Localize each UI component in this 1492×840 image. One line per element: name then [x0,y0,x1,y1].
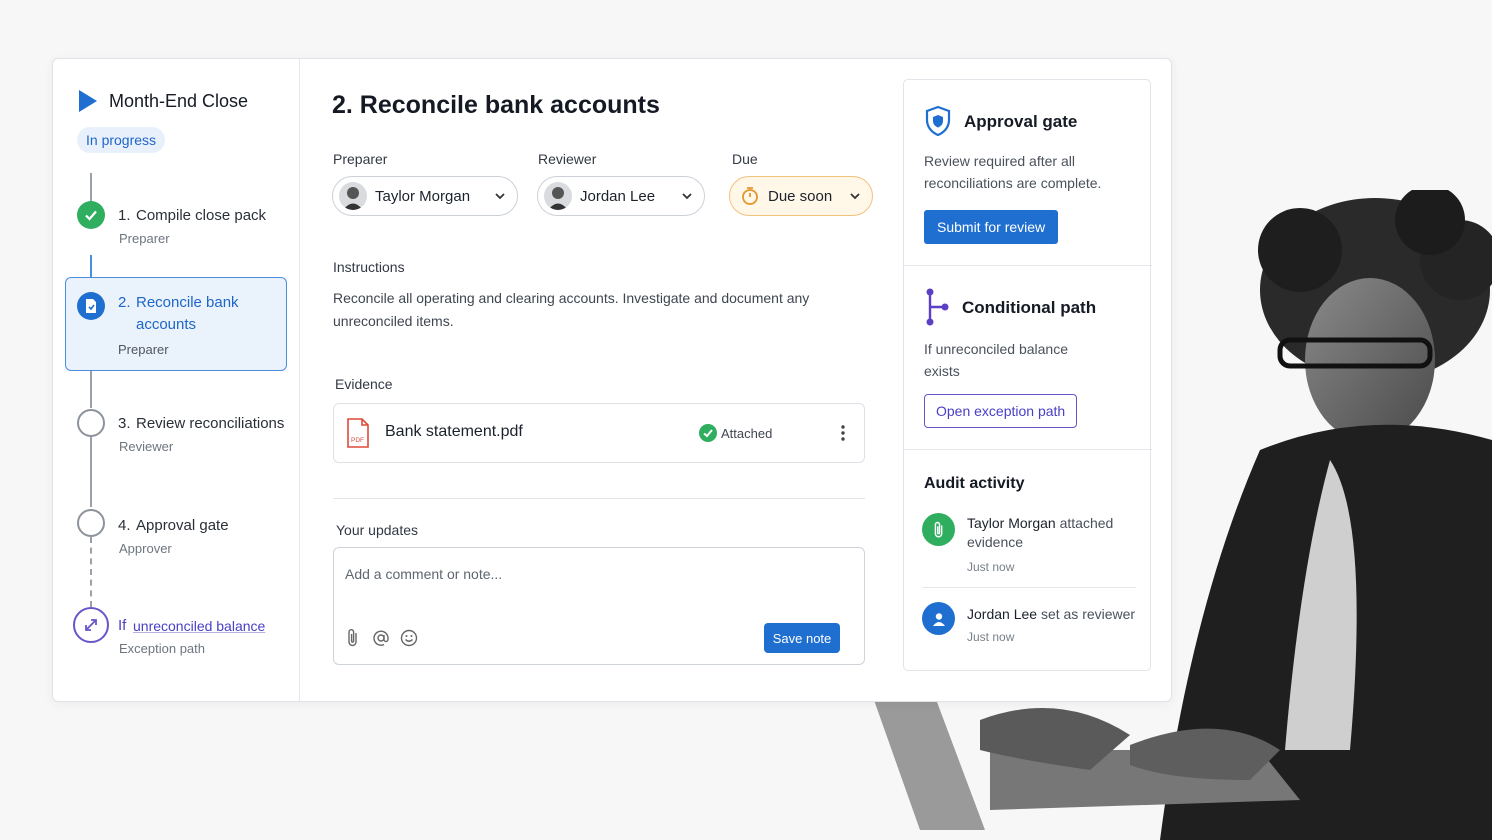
due-select[interactable]: Due soon [729,176,873,216]
reviewer-label: Reviewer [538,151,597,167]
conditional-title: Conditional path [962,298,1097,317]
approval-gate-section: Approval gate Review required after all … [904,80,1152,265]
instructions-label: Instructions [333,259,405,275]
step-exception-path[interactable]: If unreconciled balance Exception path [73,605,287,661]
preparer-select[interactable]: Taylor Morgan [332,176,518,216]
step-number: 2. [118,294,131,311]
shield-icon [925,105,951,137]
save-note-button[interactable]: Save note [764,623,840,653]
submit-for-review-button[interactable]: Submit for review [924,210,1059,244]
svg-text:PDF: PDF [351,437,364,444]
step-label: Reconcile bank accounts [136,294,239,333]
step-reconcile-bank-accounts[interactable]: 2. Reconcile bank accounts Preparer [65,277,287,371]
audit-entry: Taylor Morgan attached evidence [967,514,1137,552]
audit-title: Audit activity [924,475,1025,492]
emoji-icon[interactable] [400,629,418,647]
step-role: Reviewer [119,439,174,454]
timeline-rail [90,370,92,408]
step-approval-gate[interactable]: 4. Approval gate Approver [73,507,287,559]
timeline-rail [90,255,92,279]
exception-label: unreconciled balance [133,618,266,634]
reviewer-select[interactable]: Jordan Lee [537,176,705,216]
evidence-status: Attached [721,426,773,441]
preparer-name: Taylor Morgan [375,187,471,205]
step-number: 1. [118,207,131,224]
step-number: 3. [118,415,131,432]
exception-sub: Exception path [119,641,206,656]
exception-prefix: If [118,617,127,634]
approval-text: Review required after all reconciliation… [924,153,1102,191]
workflow-panel: Month-End Close In progress 1. Compile c… [52,58,1172,702]
updates-label: Your updates [336,522,418,538]
check-circle-icon [699,424,717,442]
pending-circle-icon [77,409,105,437]
avatar [544,182,572,210]
step-label: Approval gate [136,517,229,534]
preparer-label: Preparer [333,151,388,167]
audit-action: set as reviewer [1040,606,1136,622]
timer-icon [742,187,758,205]
audit-actor: Jordan Lee [967,606,1038,622]
pdf-file-icon: PDF [347,418,369,448]
due-value: Due soon [768,187,833,205]
step-role: Preparer [119,231,170,246]
side-panel: Approval gate Review required after all … [903,79,1152,671]
paperclip-icon [922,513,955,546]
divider [922,587,1136,588]
app-brand: Month-End Close [77,89,248,113]
evidence-label: Evidence [335,376,393,392]
open-exception-path-button[interactable]: Open exception path [924,394,1078,428]
play-logo-icon [79,90,97,112]
task-detail: 2. Reconcile bank accounts Preparer Tayl… [300,59,902,701]
step-label: Compile close pack [136,207,267,224]
branch-icon [926,288,949,326]
evidence-filename[interactable]: Bank statement.pdf [385,423,523,441]
conditional-text: If unreconciled balance exists [924,341,1068,379]
status-badge: In progress [77,127,166,153]
audit-time: Just now [967,560,1015,574]
chevron-down-icon [495,193,505,200]
step-number: 4. [118,517,131,534]
expand-arrows-icon [73,607,109,643]
step-sidebar: Month-End Close In progress 1. Compile c… [53,59,300,701]
due-label: Due [732,151,758,167]
step-review-reconciliations[interactable]: 3. Review reconciliations Reviewer [73,407,287,459]
more-vertical-icon[interactable] [839,424,847,442]
reviewer-name: Jordan Lee [580,187,656,205]
step-label: Review reconciliations [136,415,285,432]
app-title: Month-End Close [109,90,249,111]
audit-entry: Jordan Lee set as reviewer [967,605,1137,624]
comment-input[interactable]: Add a comment or note... [345,566,502,582]
paperclip-icon[interactable] [346,628,360,648]
mention-icon[interactable] [372,629,390,647]
instructions-text: Reconcile all operating and clearing acc… [333,290,810,329]
step-role: Approver [119,541,172,556]
chevron-down-icon [850,193,860,200]
user-icon [922,602,955,635]
page-title: 2. Reconcile bank accounts [332,91,660,119]
document-icon [77,292,105,320]
step-role: Preparer [118,342,169,357]
avatar [339,182,367,210]
conditional-path-section: Conditional path If unreconciled balance… [904,266,1152,449]
comment-box[interactable]: Add a comment or note... Save note [333,547,865,665]
audit-activity-section: Audit activity Taylor Morgan attached ev… [904,450,1152,670]
divider [333,498,865,499]
step-compile-close-pack[interactable]: 1. Compile close pack Preparer [73,199,287,249]
audit-time: Just now [967,630,1015,644]
approval-title: Approval gate [964,112,1078,131]
audit-actor: Taylor Morgan [967,515,1056,531]
check-icon [77,201,105,229]
evidence-item[interactable]: PDF Bank statement.pdf Attached [333,403,865,463]
chevron-down-icon [682,193,692,200]
pending-circle-icon [77,509,105,537]
